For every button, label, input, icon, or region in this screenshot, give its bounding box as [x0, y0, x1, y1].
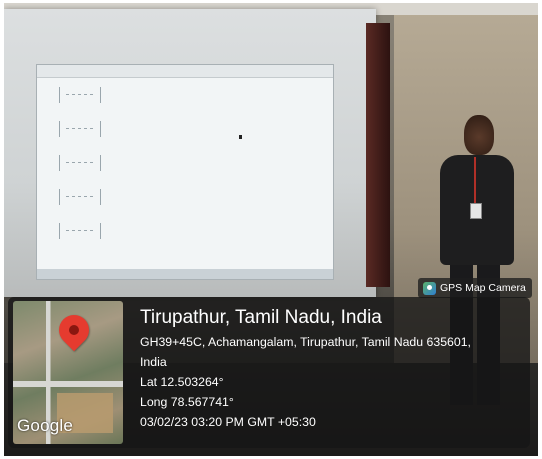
- projected-app-window: [36, 64, 334, 280]
- presenter-head: [464, 115, 494, 155]
- projected-matrix: [59, 121, 101, 137]
- map-thumbnail: Google: [13, 301, 123, 444]
- projected-toolbar: [37, 65, 333, 78]
- location-pin-icon: [52, 308, 96, 352]
- projected-matrix: [59, 155, 101, 171]
- projected-matrix: [59, 223, 101, 239]
- location-info-panel: Google Tirupathur, Tamil Nadu, India GH3…: [8, 297, 530, 448]
- location-details: Tirupathur, Tamil Nadu, India GH39+45C, …: [140, 306, 471, 432]
- projected-taskbar: [37, 269, 333, 279]
- screen-edge: [366, 23, 390, 287]
- timestamp: 03/02/23 03:20 PM GMT +05:30: [140, 415, 316, 429]
- latitude: Lat 12.503264°: [140, 375, 224, 389]
- projection-screen: [4, 9, 376, 297]
- projected-matrix: [59, 87, 101, 103]
- id-badge: [470, 203, 482, 219]
- mouse-cursor: [239, 135, 242, 139]
- google-logo: Google: [17, 416, 74, 435]
- gps-map-camera-tag: GPS Map Camera: [418, 278, 532, 298]
- longitude: Long 78.567741°: [140, 395, 234, 409]
- address-line-1: GH39+45C, Achamangalam, Tirupathur, Tami…: [140, 335, 471, 349]
- gps-map-camera-label: GPS Map Camera: [440, 282, 526, 294]
- place-title: Tirupathur, Tamil Nadu, India: [140, 307, 382, 328]
- address-line-2: India: [140, 355, 167, 369]
- gps-map-camera-icon: [423, 281, 436, 295]
- projected-matrix: [59, 189, 101, 205]
- lanyard: [474, 157, 476, 205]
